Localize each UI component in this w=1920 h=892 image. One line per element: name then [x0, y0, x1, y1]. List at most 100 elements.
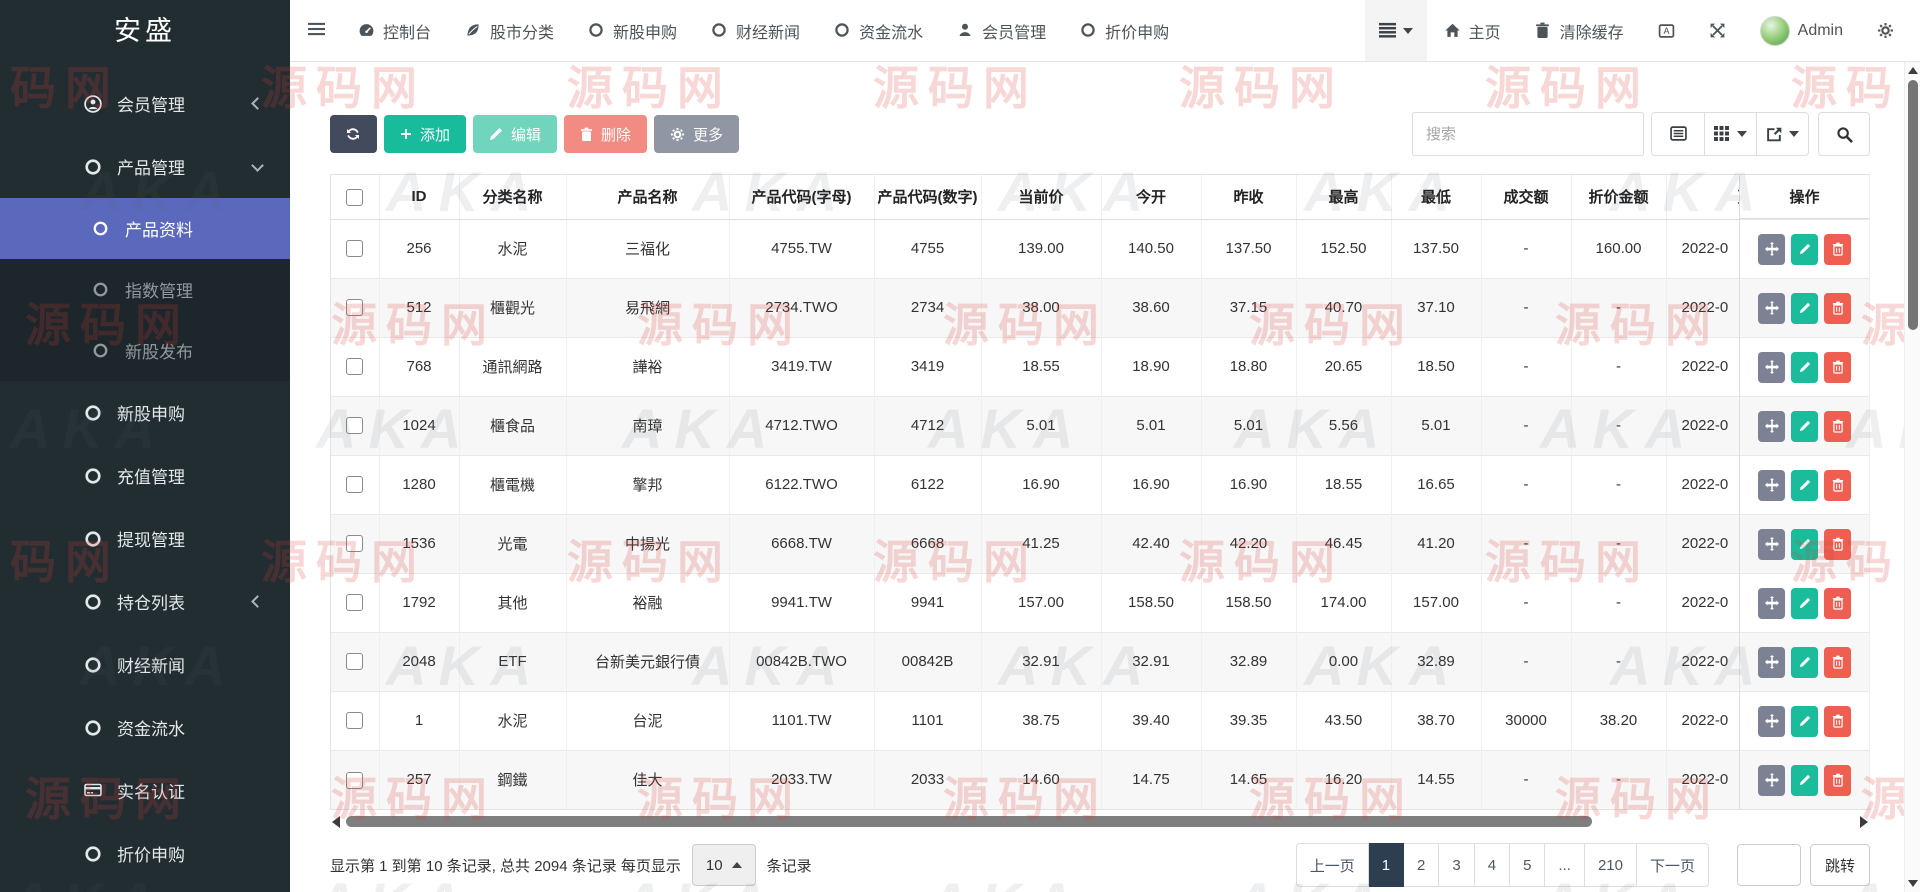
scroll-left-arrow[interactable]: [332, 816, 340, 828]
nav-item-finance-news[interactable]: 财经新闻: [694, 0, 817, 61]
delete-button[interactable]: 删除: [564, 115, 647, 153]
scroll-right-arrow[interactable]: [1860, 816, 1868, 828]
page-size-dropdown[interactable]: 10: [692, 844, 756, 886]
sidebar-item-fund-flow[interactable]: 资金流水: [0, 696, 290, 759]
edit-row-button[interactable]: [1791, 765, 1818, 796]
delete-row-button[interactable]: [1824, 293, 1851, 324]
nav-item-home[interactable]: 主页: [1427, 0, 1518, 61]
add-button[interactable]: 添加: [384, 115, 466, 153]
row-checkbox[interactable]: [346, 417, 363, 434]
search-input[interactable]: [1412, 112, 1644, 156]
move-row-button[interactable]: [1758, 411, 1785, 442]
sidebar-item-withdraw-management[interactable]: 提现管理: [0, 507, 290, 570]
edit-row-button[interactable]: [1791, 293, 1818, 324]
row-checkbox[interactable]: [346, 653, 363, 670]
row-checkbox[interactable]: [346, 358, 363, 375]
delete-row-button[interactable]: [1824, 234, 1851, 265]
page-button-5[interactable]: 5: [1510, 843, 1545, 887]
row-checkbox[interactable]: [346, 240, 363, 257]
nav-item-user[interactable]: Admin: [1743, 0, 1860, 61]
search-button[interactable]: [1818, 112, 1870, 156]
nav-item-fund-flow[interactable]: 资金流水: [817, 0, 940, 61]
delete-row-button[interactable]: [1824, 647, 1851, 678]
nav-item-clear-cache[interactable]: 清除缓存: [1518, 0, 1641, 61]
more-button[interactable]: 更多: [654, 115, 739, 153]
nav-item-stock-category[interactable]: 股市分类: [448, 0, 571, 61]
sidebar-item-positions-list[interactable]: 持仓列表: [0, 570, 290, 633]
move-row-button[interactable]: [1758, 706, 1785, 737]
nav-menu-dropdown-button[interactable]: [1365, 0, 1427, 61]
sidebar-item-identity-verify[interactable]: 实名认证: [0, 759, 290, 822]
sidebar-item-label: 充值管理: [117, 463, 185, 488]
scroll-down-arrow[interactable]: [1908, 880, 1918, 887]
move-row-button[interactable]: [1758, 647, 1785, 678]
sidebar-item-ipo-publish[interactable]: 新股发布: [0, 320, 290, 381]
scroll-up-arrow[interactable]: [1908, 67, 1918, 74]
move-row-button[interactable]: [1758, 352, 1785, 383]
page-button-4[interactable]: 4: [1475, 843, 1510, 887]
jump-button[interactable]: 跳转: [1810, 844, 1870, 886]
delete-button-label: 删除: [601, 124, 631, 145]
move-row-button[interactable]: [1758, 293, 1785, 324]
row-checkbox[interactable]: [346, 712, 363, 729]
row-checkbox[interactable]: [346, 476, 363, 493]
page-button-2[interactable]: 2: [1404, 843, 1439, 887]
edit-row-button[interactable]: [1791, 588, 1818, 619]
select-all-checkbox[interactable]: [346, 189, 363, 206]
jump-page-input[interactable]: [1737, 844, 1801, 886]
edit-button[interactable]: 编辑: [473, 115, 557, 153]
move-row-button[interactable]: [1758, 470, 1785, 501]
sidebar-item-discount-subscribe[interactable]: 折价申购: [0, 822, 290, 885]
delete-row-button[interactable]: [1824, 706, 1851, 737]
edit-row-button[interactable]: [1791, 470, 1818, 501]
edit-row-button[interactable]: [1791, 234, 1818, 265]
sidebar-toggle-button[interactable]: [290, 0, 341, 61]
delete-row-button[interactable]: [1824, 470, 1851, 501]
edit-row-button[interactable]: [1791, 529, 1818, 560]
nav-item-ipo-subscribe[interactable]: 新股申购: [571, 0, 694, 61]
page-next-button[interactable]: 下一页: [1637, 843, 1709, 887]
nav-item-settings[interactable]: [1860, 0, 1920, 61]
sidebar-item-product-data[interactable]: 产品资料: [0, 198, 290, 259]
page-button-3[interactable]: 3: [1439, 843, 1474, 887]
row-checkbox[interactable]: [346, 299, 363, 316]
edit-row-button[interactable]: [1791, 647, 1818, 678]
edit-row-button[interactable]: [1791, 411, 1818, 442]
sidebar-item-index-management[interactable]: 指数管理: [0, 259, 290, 320]
page-ellipsis[interactable]: ...: [1545, 843, 1585, 887]
page-prev-button[interactable]: 上一页: [1296, 843, 1369, 887]
export-dropdown-button[interactable]: [1756, 113, 1808, 155]
sidebar-item-recharge-management[interactable]: 充值管理: [0, 444, 290, 507]
page-button-1[interactable]: 1: [1369, 843, 1404, 887]
move-row-button[interactable]: [1758, 588, 1785, 619]
row-checkbox[interactable]: [346, 535, 363, 552]
horizontal-scrollbar-thumb[interactable]: [346, 816, 1592, 827]
edit-row-button[interactable]: [1791, 706, 1818, 737]
sidebar-item-finance-news[interactable]: 财经新闻: [0, 633, 290, 696]
delete-row-button[interactable]: [1824, 529, 1851, 560]
sidebar-item-member-management[interactable]: 会员管理: [0, 72, 290, 135]
cell-discount: -: [1571, 514, 1666, 573]
move-row-button[interactable]: [1758, 529, 1785, 560]
refresh-button[interactable]: [330, 115, 377, 153]
nav-item-member-management[interactable]: 会员管理: [940, 0, 1063, 61]
nav-item-discount-subscribe[interactable]: 折价申购: [1063, 0, 1186, 61]
delete-row-button[interactable]: [1824, 588, 1851, 619]
row-checkbox[interactable]: [346, 594, 363, 611]
page-button-210[interactable]: 210: [1585, 843, 1637, 887]
delete-row-button[interactable]: [1824, 411, 1851, 442]
columns-dropdown-button[interactable]: [1704, 113, 1756, 155]
edit-row-button[interactable]: [1791, 352, 1818, 383]
vertical-scrollbar-thumb[interactable]: [1908, 80, 1918, 330]
toggle-view-button[interactable]: [1652, 113, 1704, 155]
row-checkbox[interactable]: [346, 772, 363, 789]
delete-row-button[interactable]: [1824, 352, 1851, 383]
move-row-button[interactable]: [1758, 765, 1785, 796]
sidebar-item-ipo-subscribe[interactable]: 新股申购: [0, 381, 290, 444]
delete-row-button[interactable]: [1824, 765, 1851, 796]
move-row-button[interactable]: [1758, 234, 1785, 265]
sidebar-item-product-management[interactable]: 产品管理: [0, 135, 290, 198]
nav-item-dashboard[interactable]: 控制台: [341, 0, 448, 61]
nav-item-fullscreen[interactable]: [1692, 0, 1743, 61]
nav-item-language[interactable]: A: [1641, 0, 1692, 61]
